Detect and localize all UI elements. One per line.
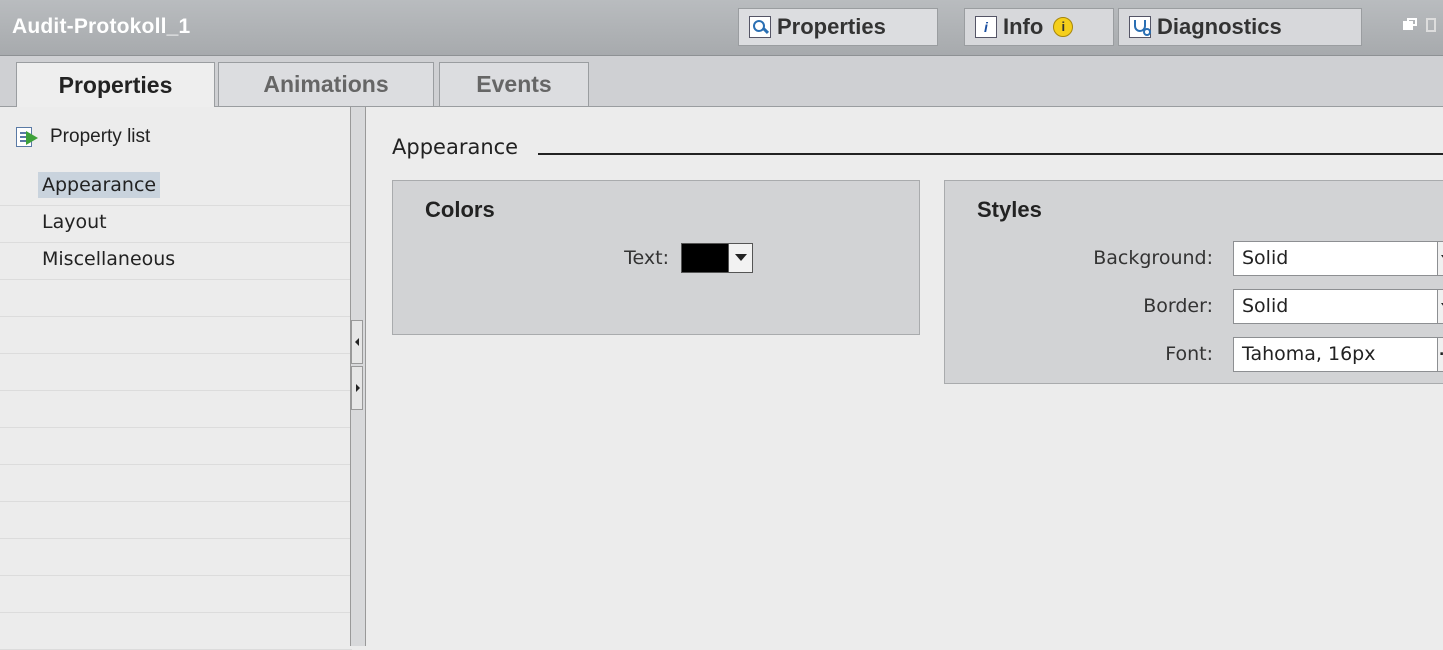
text-color-label: Text: bbox=[624, 247, 669, 269]
colors-group-title: Colors bbox=[425, 197, 495, 222]
property-tabs: Properties Animations Events bbox=[0, 56, 1443, 107]
tab-properties[interactable]: Properties bbox=[16, 62, 215, 107]
nav-empty-row bbox=[0, 539, 352, 576]
text-color-picker[interactable] bbox=[681, 243, 753, 273]
inspector-tab-info[interactable]: i Info i bbox=[964, 8, 1114, 46]
font-field[interactable]: Tahoma, 16px bbox=[1233, 337, 1443, 372]
tab-animations[interactable]: Animations bbox=[218, 62, 434, 106]
nav-empty-row bbox=[0, 613, 352, 650]
nav-empty-row bbox=[0, 280, 352, 317]
property-list-header[interactable]: Property list bbox=[14, 121, 150, 153]
section-title: Appearance bbox=[392, 135, 519, 159]
nav-empty-row bbox=[0, 465, 352, 502]
section-divider bbox=[538, 153, 1443, 155]
title-bar: Audit-Protokoll_1 Properties i Info i Di… bbox=[0, 0, 1443, 56]
nav-item-label: Appearance bbox=[38, 172, 161, 198]
nav-item-label: Miscellaneous bbox=[42, 248, 176, 270]
properties-icon bbox=[749, 16, 771, 38]
background-value: Solid bbox=[1242, 247, 1289, 269]
border-label: Border: bbox=[1143, 295, 1213, 317]
expand-right-icon[interactable] bbox=[351, 366, 363, 410]
nav-empty-row bbox=[0, 502, 352, 539]
nav-empty-row bbox=[0, 428, 352, 465]
inspector-tab-info-label: Info bbox=[1003, 14, 1044, 39]
chevron-down-icon[interactable] bbox=[1437, 242, 1443, 275]
nav-empty-row bbox=[0, 317, 352, 354]
nav-empty-row bbox=[0, 391, 352, 428]
inspector-tab-properties-label: Properties bbox=[777, 14, 886, 39]
browse-font-button[interactable] bbox=[1437, 338, 1443, 371]
inspector-tab-diagnostics-label: Diagnostics bbox=[1157, 14, 1282, 39]
font-label: Font: bbox=[1165, 343, 1213, 365]
inspector-tab-properties[interactable]: Properties bbox=[738, 8, 938, 46]
background-select[interactable]: Solid bbox=[1233, 241, 1443, 276]
background-label: Background: bbox=[1093, 247, 1213, 269]
nav-empty-row bbox=[0, 576, 352, 613]
styles-group-title: Styles bbox=[977, 197, 1042, 222]
window-title: Audit-Protokoll_1 bbox=[12, 15, 191, 38]
diagnostics-icon bbox=[1129, 16, 1151, 38]
property-editor: Appearance Colors Text: Styles Backgroun… bbox=[366, 107, 1443, 646]
nav-item-layout[interactable]: Layout bbox=[0, 206, 352, 243]
info-badge-icon: i bbox=[1053, 17, 1074, 37]
maximize-window-icon[interactable] bbox=[1426, 18, 1436, 32]
tab-events[interactable]: Events bbox=[439, 62, 589, 106]
property-navigation: Property list Appearance Layout Miscella… bbox=[0, 107, 352, 650]
nav-empty-row bbox=[0, 354, 352, 391]
property-list-label: Property list bbox=[50, 126, 151, 147]
text-color-swatch[interactable] bbox=[682, 244, 728, 272]
info-icon: i bbox=[975, 16, 997, 38]
chevron-down-icon[interactable] bbox=[728, 244, 752, 272]
nav-item-miscellaneous[interactable]: Miscellaneous bbox=[0, 243, 352, 280]
styles-group: Styles Background: Solid Border: Solid F… bbox=[944, 180, 1443, 384]
collapse-left-icon[interactable] bbox=[351, 320, 363, 364]
font-value: Tahoma, 16px bbox=[1242, 343, 1376, 365]
restore-window-icon[interactable] bbox=[1403, 18, 1417, 30]
property-list-icon bbox=[14, 125, 40, 149]
border-value: Solid bbox=[1242, 295, 1289, 317]
inspector-tab-diagnostics[interactable]: Diagnostics bbox=[1118, 8, 1362, 46]
nav-item-appearance[interactable]: Appearance bbox=[0, 169, 352, 206]
border-select[interactable]: Solid bbox=[1233, 289, 1443, 324]
nav-item-label: Layout bbox=[42, 211, 107, 233]
chevron-down-icon[interactable] bbox=[1437, 290, 1443, 323]
colors-group: Colors Text: bbox=[392, 180, 920, 335]
